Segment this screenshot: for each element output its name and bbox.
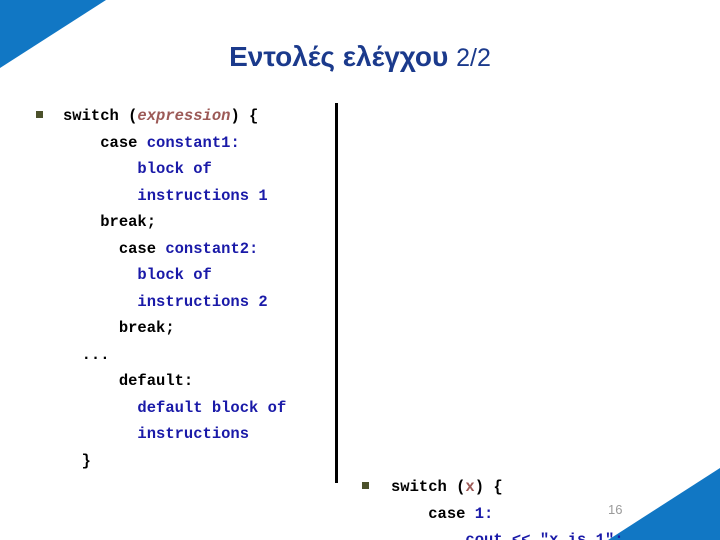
page-number: 16 [608, 502, 623, 517]
code-line: block of [63, 156, 328, 183]
code-line: cout << "x is 1"; [391, 527, 692, 540]
code-token: } [81, 451, 91, 470]
square-bullet-icon [36, 111, 43, 118]
code-token: block of [137, 266, 212, 284]
content-columns: switch (expression) { case constant1: bl… [0, 103, 720, 540]
slide: Εντολές ελέγχου 2/2 switch (expression) … [0, 0, 720, 540]
code-line: instructions [63, 421, 328, 448]
code-line: case constant2: [63, 236, 328, 263]
code-token: block of [137, 160, 212, 178]
code-token: 1: [474, 504, 494, 523]
code-token: ) { [474, 478, 503, 496]
code-token: constant2: [165, 239, 259, 258]
code-token: default: [118, 372, 194, 390]
code-line: break; [63, 209, 328, 236]
code-line: } [63, 448, 328, 475]
code-token: break; [118, 319, 175, 337]
right-code-text: switch (x) { case 1: cout << "x is 1"; b… [391, 474, 692, 540]
code-line: break; [63, 315, 328, 342]
code-token: case [100, 133, 147, 152]
page-title-sub: 2/2 [456, 44, 491, 72]
code-token: ... [81, 345, 110, 364]
code-token: cout << "x is 1"; [465, 531, 624, 540]
code-line: ... [63, 342, 328, 369]
code-token: constant1: [146, 133, 240, 152]
code-token: ) { [230, 107, 259, 125]
code-line: default block of [63, 395, 328, 422]
code-token: case [428, 504, 475, 523]
code-line: switch (x) { [391, 474, 692, 501]
code-line: default: [63, 368, 328, 395]
square-bullet-icon [362, 482, 369, 489]
left-code-text: switch (expression) { case constant1: bl… [63, 103, 328, 474]
page-title: Εντολές ελέγχου 2/2 [0, 40, 720, 75]
code-line: instructions 2 [63, 289, 328, 316]
code-token: default block of [137, 398, 287, 417]
code-token: switch ( [391, 478, 466, 496]
page-title-main: Εντολές ελέγχου [229, 41, 449, 72]
code-token: instructions [137, 425, 250, 443]
code-line: instructions 1 [63, 183, 328, 210]
column-divider [335, 103, 338, 483]
code-line: switch (expression) { [63, 103, 328, 130]
code-token: instructions 2 [137, 292, 268, 311]
code-line: case constant1: [63, 130, 328, 157]
left-code-block: switch (expression) { case constant1: bl… [36, 103, 328, 474]
code-token: x [465, 478, 475, 496]
code-token: expression [137, 107, 231, 125]
code-token: break; [100, 213, 157, 231]
right-code-block: switch (x) { case 1: cout << "x is 1"; b… [362, 474, 692, 540]
code-token: switch ( [63, 107, 138, 125]
code-token: instructions 1 [137, 186, 268, 205]
code-line: block of [63, 262, 328, 289]
code-token: case [118, 239, 166, 258]
code-line: case 1: [391, 501, 692, 528]
